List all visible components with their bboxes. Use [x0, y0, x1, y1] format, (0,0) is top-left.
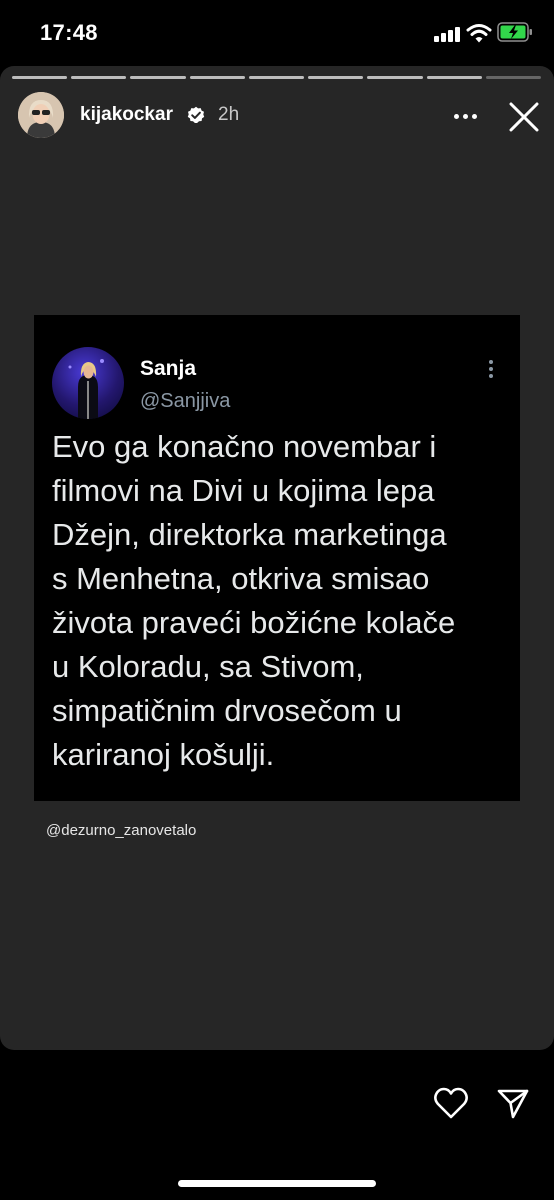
story-mention-sticker[interactable]: @dezurno_zanovetalo	[46, 822, 196, 839]
close-icon[interactable]	[507, 100, 541, 134]
send-icon[interactable]	[496, 1086, 530, 1120]
heart-icon[interactable]	[433, 1086, 469, 1120]
tweet-avatar	[52, 347, 124, 419]
tweet-more-icon	[489, 360, 495, 380]
story-viewer[interactable]: kijakockar 2h Sanja @Sanjjiva Evo ga kon…	[0, 66, 554, 1050]
status-time: 17:48	[40, 20, 98, 45]
story-header: kijakockar 2h	[0, 88, 554, 144]
story-progress-bar	[12, 76, 541, 79]
cellular-signal-icon	[434, 26, 460, 42]
home-indicator[interactable]	[178, 1180, 376, 1187]
verified-badge-icon	[187, 106, 205, 123]
tweet-author-handle: @Sanjjiva	[140, 390, 231, 412]
wifi-icon	[466, 24, 492, 43]
more-options-icon[interactable]	[446, 110, 486, 124]
tweet-text: Evo ga konačno novembar i filmovi na Div…	[52, 429, 456, 772]
battery-charging-icon	[497, 22, 532, 42]
story-username[interactable]: kijakockar	[80, 104, 173, 126]
story-timestamp: 2h	[218, 104, 240, 125]
tweet-author-name: Sanja	[140, 357, 197, 380]
avatar[interactable]	[18, 92, 64, 138]
status-bar: 17:48	[0, 0, 554, 64]
tweet-screenshot: Sanja @Sanjjiva Evo ga konačno novembar …	[34, 315, 520, 801]
